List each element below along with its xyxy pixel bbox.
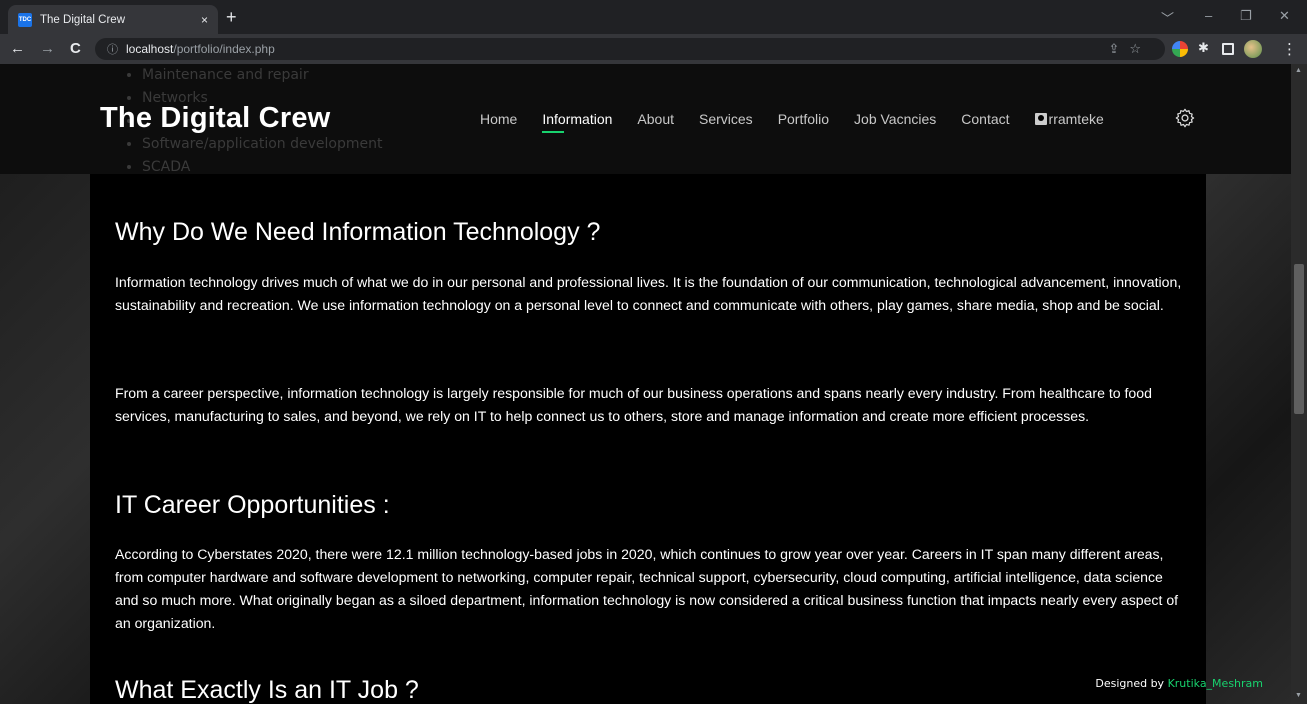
tab-close-icon[interactable]: × xyxy=(201,13,208,27)
nav-job-vacancies[interactable]: Job Vacncies xyxy=(854,111,936,127)
side-panel-icon[interactable] xyxy=(1222,43,1234,55)
list-item: SCADA xyxy=(142,156,382,179)
site-favicon-icon: TDC xyxy=(18,12,32,27)
designer-credit: Designed by Krutika_Meshram xyxy=(1095,677,1263,690)
profile-avatar[interactable] xyxy=(1244,40,1262,58)
paragraph-why-it-2: From a career perspective, information t… xyxy=(115,385,1152,424)
browser-toolbar: ← → C ⓘ localhost/portfolio/index.php ⇪☆… xyxy=(0,34,1307,64)
new-tab-icon[interactable]: + xyxy=(226,7,237,28)
paragraph-it-careers: According to Cyberstates 2020, there wer… xyxy=(115,546,1179,631)
nav-services[interactable]: Services xyxy=(699,111,753,127)
browser-menu-icon[interactable]: ⋮ xyxy=(1282,40,1297,58)
username: rramteke xyxy=(1048,111,1104,127)
extension-color-icon[interactable] xyxy=(1172,41,1188,57)
settings-gear-icon[interactable] xyxy=(1174,107,1196,129)
section-title-it-job: What Exactly Is an IT Job ? xyxy=(115,676,419,704)
credit-prefix: Designed by xyxy=(1095,677,1165,690)
address-bar[interactable]: ⓘ localhost/portfolio/index.php ⇪☆ xyxy=(95,38,1165,60)
tab-search-icon[interactable]: ﹀ xyxy=(1161,8,1174,27)
browser-tab[interactable]: TDC The Digital Crew × xyxy=(8,5,218,34)
site-info-icon[interactable]: ⓘ xyxy=(107,41,118,57)
nav-information[interactable]: Information xyxy=(542,111,612,133)
list-item: Maintenance and repair xyxy=(142,64,382,87)
nav-about[interactable]: About xyxy=(637,111,674,127)
scroll-thumb[interactable] xyxy=(1294,264,1304,414)
user-icon xyxy=(1034,113,1047,125)
nav-contact[interactable]: Contact xyxy=(961,111,1009,127)
page-scrollbar[interactable]: ▲ ▼ xyxy=(1291,64,1307,704)
forward-icon[interactable]: → xyxy=(40,40,55,57)
back-icon[interactable]: ← xyxy=(10,40,25,57)
nav-user-account[interactable]: rramteke xyxy=(1034,111,1104,127)
minimize-icon[interactable]: – xyxy=(1205,8,1212,23)
url-path: /portfolio/index.php xyxy=(173,42,275,56)
restore-icon[interactable]: ❐ xyxy=(1240,8,1252,24)
site-logo[interactable]: The Digital Crew xyxy=(100,102,330,135)
browser-tabbar: TDC The Digital Crew × + ﹀ – ❐ ✕ xyxy=(0,0,1307,34)
main-nav: Home Information About Services Portfoli… xyxy=(480,111,1129,133)
scroll-up-icon[interactable]: ▲ xyxy=(1295,67,1302,74)
url-host: localhost xyxy=(126,42,174,56)
page-viewport: Maintenance and repair Networks Software… xyxy=(0,64,1291,704)
extensions-puzzle-icon[interactable]: ✱ xyxy=(1198,40,1209,56)
reload-icon[interactable]: C xyxy=(70,40,81,57)
section-title-why-it: Why Do We Need Information Technology ? xyxy=(115,218,601,246)
paragraph-why-it-1: Information technology drives much of wh… xyxy=(115,274,1182,313)
share-and-bookmark-icons[interactable]: ⇪☆ xyxy=(1108,41,1151,57)
nav-home[interactable]: Home xyxy=(480,111,517,127)
tab-title: The Digital Crew xyxy=(40,13,125,26)
scroll-down-icon[interactable]: ▼ xyxy=(1295,692,1302,699)
list-item: Software/application development xyxy=(142,133,382,156)
nav-portfolio[interactable]: Portfolio xyxy=(778,111,829,127)
close-window-icon[interactable]: ✕ xyxy=(1279,8,1290,24)
section-title-it-careers: IT Career Opportunities : xyxy=(115,491,390,519)
credit-author-link[interactable]: Krutika_Meshram xyxy=(1168,677,1263,690)
